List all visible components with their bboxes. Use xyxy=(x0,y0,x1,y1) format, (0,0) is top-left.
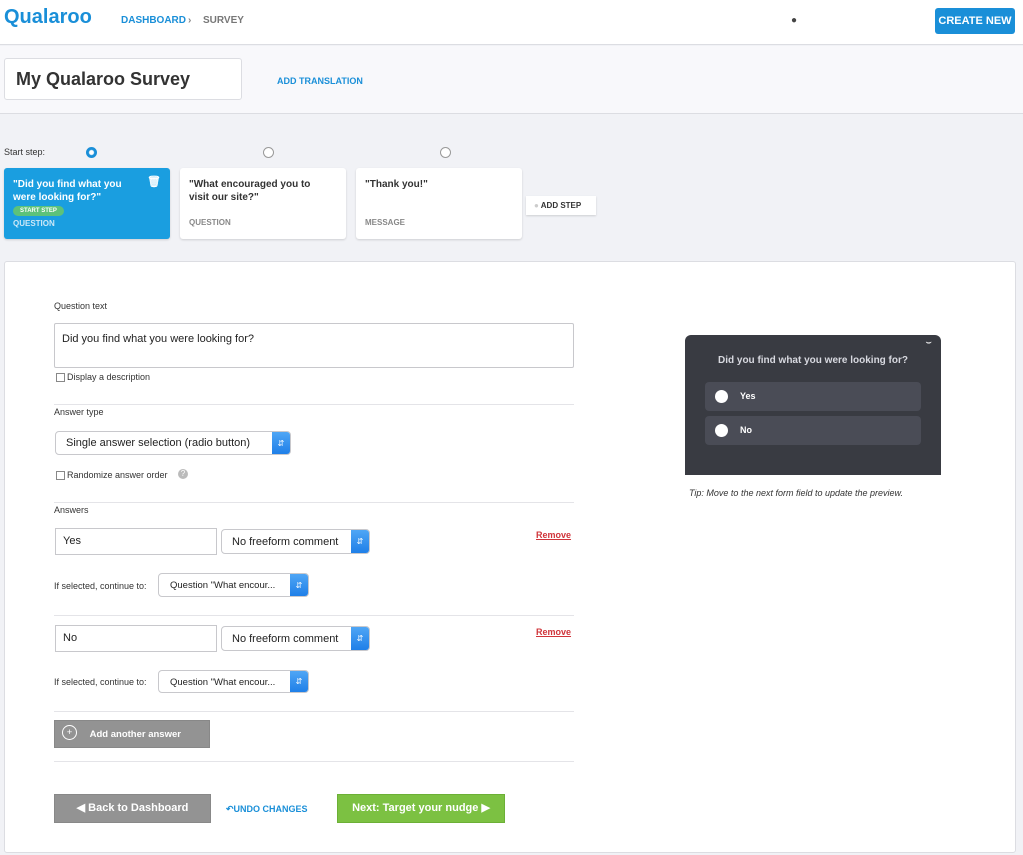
add-step-button[interactable]: ● ADD STEP xyxy=(526,196,596,215)
randomize-label: Randomize answer order xyxy=(67,470,168,480)
radio-icon xyxy=(715,390,728,403)
step-title: "Thank you!" xyxy=(365,179,428,190)
user-icon[interactable]: ● xyxy=(791,15,797,26)
preview-option-yes[interactable]: Yes xyxy=(705,382,921,411)
continue-label-2: If selected, continue to: xyxy=(54,677,147,687)
preview-tip: Tip: Move to the next form field to upda… xyxy=(689,488,904,498)
undo-icon: ↶ xyxy=(226,804,234,814)
start-step-radio-1[interactable] xyxy=(86,147,97,158)
radio-icon xyxy=(715,424,728,437)
continue-to-select-2[interactable]: Question "What encour... ⇵ xyxy=(158,670,309,693)
survey-title-input[interactable]: My Qualaroo Survey xyxy=(4,58,242,100)
display-description-label: Display a description xyxy=(67,372,151,382)
freeform-comment-value: No freeform comment xyxy=(232,633,339,645)
step-type: MESSAGE xyxy=(365,218,406,227)
remove-answer-2[interactable]: Remove xyxy=(536,627,571,637)
divider xyxy=(54,404,574,405)
question-text-input[interactable]: Did you find what you were looking for? xyxy=(54,323,574,368)
add-translation-link[interactable]: ADD TRANSLATION xyxy=(277,76,363,86)
trash-icon[interactable]: 🗑 xyxy=(147,175,161,188)
start-step-radio-3[interactable] xyxy=(440,147,451,158)
freeform-comment-select-1[interactable]: No freeform comment ⇵ xyxy=(221,529,370,554)
continue-to-value: Question "What encour... xyxy=(170,580,276,591)
freeform-comment-value: No freeform comment xyxy=(232,536,339,548)
chevron-updown-icon: ⇵ xyxy=(290,574,308,596)
step-card-3[interactable]: "Thank you!" MESSAGE xyxy=(356,168,522,239)
start-step-label: Start step: xyxy=(4,147,46,157)
next-target-button[interactable]: Next: Target your nudge ▶ xyxy=(337,794,505,823)
divider xyxy=(54,711,574,712)
step-title: "Did you find what you were looking for?… xyxy=(13,179,122,203)
remove-answer-1[interactable]: Remove xyxy=(536,530,571,540)
step-card-2[interactable]: "What encouraged you to visit our site?"… xyxy=(180,168,346,239)
continue-to-value: Question "What encour... xyxy=(170,677,276,688)
chevron-updown-icon: ⇵ xyxy=(272,432,290,454)
step-card-1[interactable]: "Did you find what you were looking for?… xyxy=(4,168,170,239)
undo-label: UNDO CHANGES xyxy=(233,804,308,814)
continue-to-select-1[interactable]: Question "What encour... ⇵ xyxy=(158,573,309,597)
step-type: QUESTION xyxy=(13,219,55,228)
divider xyxy=(54,502,574,503)
minimize-icon[interactable]: ⌣ xyxy=(925,337,932,348)
chevron-left-circle-icon: ◀ xyxy=(76,802,86,814)
answer-input-2[interactable]: No xyxy=(55,625,217,652)
freeform-comment-select-2[interactable]: No freeform comment ⇵ xyxy=(221,626,370,651)
create-new-button[interactable]: CREATE NEW xyxy=(935,8,1015,34)
display-description-checkbox[interactable] xyxy=(56,373,65,382)
breadcrumb-dashboard[interactable]: DASHBOARD xyxy=(121,15,186,26)
start-step-badge: START STEP xyxy=(13,206,64,216)
breadcrumb-survey: SURVEY xyxy=(203,15,244,26)
chevron-updown-icon: ⇵ xyxy=(290,671,308,692)
option-label: No xyxy=(740,425,752,435)
qualaroo-logo[interactable]: Qualaroo xyxy=(4,6,92,29)
chevron-right-circle-icon: ▶ xyxy=(481,802,490,814)
answer-type-label: Answer type xyxy=(54,407,104,417)
add-step-label: ADD STEP xyxy=(540,201,582,210)
plus-icon: ● xyxy=(534,201,539,210)
question-text-label: Question text xyxy=(54,301,108,311)
undo-changes-link[interactable]: ↶UNDO CHANGES xyxy=(226,804,308,815)
divider xyxy=(54,615,574,616)
step-type: QUESTION xyxy=(189,218,231,227)
help-icon[interactable]: ? xyxy=(178,469,188,479)
back-to-dashboard-button[interactable]: ◀ Back to Dashboard xyxy=(54,794,211,823)
preview-question: Did you find what you were looking for? xyxy=(718,355,908,366)
chevron-updown-icon: ⇵ xyxy=(351,530,369,553)
chevron-updown-icon: ⇵ xyxy=(351,627,369,650)
next-label: Next: Target your nudge xyxy=(352,802,479,814)
answer-type-select[interactable]: Single answer selection (radio button) ⇵ xyxy=(55,431,291,455)
start-step-radio-2[interactable] xyxy=(263,147,274,158)
preview-option-no[interactable]: No xyxy=(705,416,921,445)
add-answer-button[interactable]: + Add another answer xyxy=(54,720,210,748)
answers-label: Answers xyxy=(54,505,89,515)
divider xyxy=(54,761,574,762)
randomize-checkbox[interactable] xyxy=(56,471,65,480)
answer-type-value: Single answer selection (radio button) xyxy=(66,437,251,449)
plus-circle-icon: + xyxy=(62,725,77,740)
add-answer-label: Add another answer xyxy=(89,728,181,740)
continue-label-1: If selected, continue to: xyxy=(54,581,147,591)
breadcrumb-separator: › xyxy=(188,15,192,26)
answer-input-1[interactable]: Yes xyxy=(55,528,217,555)
survey-preview: ⌣ Did you find what you were looking for… xyxy=(685,335,941,475)
back-label: Back to Dashboard xyxy=(88,802,189,814)
step-title: "What encouraged you to visit our site?" xyxy=(189,179,311,203)
option-label: Yes xyxy=(740,391,756,401)
